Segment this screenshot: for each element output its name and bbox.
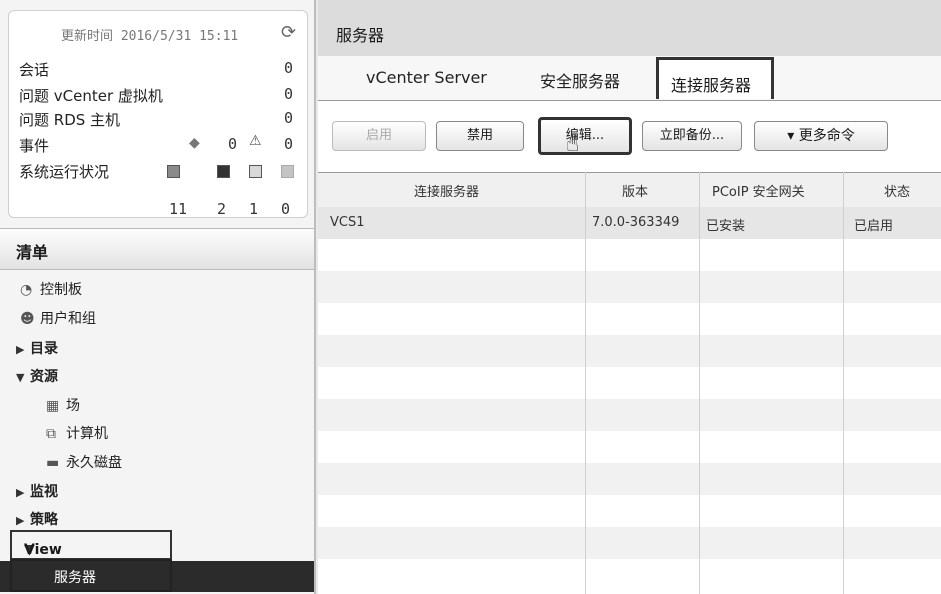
table-header: 连接服务器 版本 PCoIP 安全网关 状态 [318, 172, 941, 208]
expand-arrow-icon: ▶ [16, 514, 25, 527]
nav-users-groups[interactable]: ☻ 用户和组 [20, 308, 96, 328]
page-title-bar: 服务器 [318, 0, 941, 57]
health-count-2: 2 [217, 200, 227, 218]
nav-policies[interactable]: ▶ 策略 [16, 509, 58, 529]
cell-server-name: VCS1 [330, 215, 365, 230]
cell-status: 已启用 [854, 219, 894, 234]
table-row[interactable]: VCS1 7.0.0-363349 已安装 已启用 [318, 207, 941, 239]
sessions-label[interactable]: 会话 [19, 59, 49, 80]
nav-dashboard[interactable]: ◔ 控制板 [20, 279, 82, 299]
health-unknown-icon[interactable] [281, 165, 294, 178]
main-panel: 服务器 vCenter Server 安全服务器 连接服务器 启用 禁用 编辑.… [318, 0, 941, 594]
dashboard-icon: ◔ [20, 282, 33, 298]
column-divider [585, 172, 586, 594]
health-dark-icon[interactable] [217, 165, 230, 178]
table-row-empty [318, 303, 941, 335]
events-error-count: 0 [227, 135, 237, 153]
problem-rds-label[interactable]: 问题 RDS 主机 [19, 109, 120, 130]
collapse-arrow-icon: ▼ [16, 371, 25, 384]
nav-servers-highlight [10, 559, 172, 592]
column-divider [699, 172, 700, 594]
sessions-value: 0 [283, 59, 293, 77]
inventory-header: 清单 [0, 228, 314, 270]
col-status[interactable]: 状态 [884, 181, 910, 200]
table-row-empty [318, 527, 941, 559]
column-divider [843, 172, 844, 594]
expand-arrow-icon: ▶ [16, 343, 25, 356]
table-row-empty [318, 559, 941, 591]
nav-monitoring[interactable]: ▶ 监视 [16, 481, 58, 501]
health-count-1: 11 [169, 200, 188, 218]
tab-vcenter-server[interactable]: vCenter Server [366, 68, 487, 87]
col-version[interactable]: 版本 [622, 181, 648, 200]
hand-cursor-icon: ☝ [566, 132, 580, 157]
update-time: 更新时间 2016/5/31 15:11 [61, 29, 239, 44]
health-gray-icon[interactable] [167, 165, 180, 178]
nav-resources[interactable]: ▼ 资源 [16, 366, 58, 386]
tab-security-servers[interactable]: 安全服务器 [540, 68, 620, 92]
tab-bar: vCenter Server 安全服务器 连接服务器 [318, 56, 941, 101]
cell-pcoip: 已安装 [706, 219, 746, 234]
events-label[interactable]: 事件 [19, 135, 49, 156]
table-row-empty [318, 367, 941, 399]
disable-button[interactable]: 禁用 [436, 121, 524, 151]
nav-directory[interactable]: ▶ 目录 [16, 338, 58, 358]
disk-icon: ▬ [46, 455, 60, 471]
table-row-empty [318, 335, 941, 367]
backup-now-button[interactable]: 立即备份... [642, 121, 742, 151]
users-icon: ☻ [20, 311, 35, 327]
col-connection-server[interactable]: 连接服务器 [414, 181, 479, 200]
health-label: 系统运行状况 [19, 163, 110, 181]
col-pcoip-gateway[interactable]: PCoIP 安全网关 [712, 181, 805, 200]
edit-button[interactable]: 编辑... [538, 117, 632, 155]
more-commands-button[interactable]: ▾ 更多命令 [754, 121, 888, 151]
table-row-empty [318, 399, 941, 431]
farm-icon: ▦ [46, 398, 60, 414]
page-title: 服务器 [336, 26, 385, 45]
left-panel: 更新时间 2016/5/31 15:11 ⟳ 会话 0 问题 vCenter 虚… [0, 0, 316, 594]
tab-connection-servers[interactable]: 连接服务器 [656, 57, 774, 99]
nav-persistent-disks[interactable]: ▬ 永久磁盘 [46, 452, 122, 472]
health-count-4: 0 [281, 200, 291, 218]
inventory-title: 清单 [16, 243, 49, 262]
machine-icon: ⧉ [46, 426, 56, 442]
table-row-empty [318, 239, 941, 271]
events-warning-count: 0 [283, 135, 293, 153]
refresh-icon[interactable]: ⟳ [281, 22, 296, 43]
nav-view-config[interactable]: ▼View 配置 [10, 530, 172, 577]
cell-version: 7.0.0-363349 [592, 215, 680, 230]
expand-arrow-icon: ▶ [16, 486, 25, 499]
nav-machines[interactable]: ⧉ 计算机 [46, 423, 108, 443]
health-count-3: 1 [249, 200, 259, 218]
warning-icon: ⚠ [249, 133, 262, 149]
problem-vms-label[interactable]: 问题 vCenter 虚拟机 [19, 85, 163, 106]
table-row-empty [318, 463, 941, 495]
problem-rds-value: 0 [283, 109, 293, 127]
health-light-icon[interactable] [249, 165, 262, 178]
table-row-empty [318, 495, 941, 527]
enable-button[interactable]: 启用 [332, 121, 426, 151]
system-status-box: 更新时间 2016/5/31 15:11 ⟳ 会话 0 问题 vCenter 虚… [8, 10, 308, 218]
nav-farms[interactable]: ▦ 场 [46, 395, 80, 415]
table-row-empty [318, 271, 941, 303]
table-row-empty [318, 431, 941, 463]
problem-vms-value: 0 [283, 85, 293, 103]
error-diamond-icon: ◆ [189, 135, 200, 151]
